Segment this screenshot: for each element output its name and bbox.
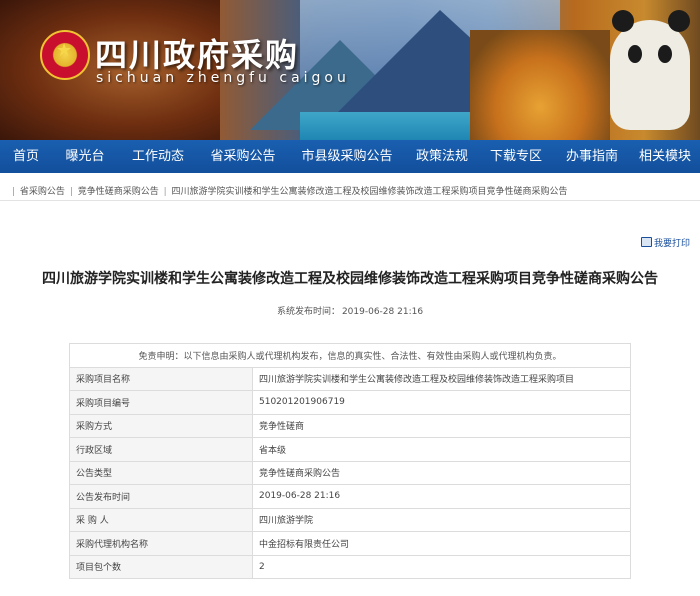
table-row: 采 购 人 四川旅游学院 bbox=[69, 507, 631, 532]
divider bbox=[0, 200, 700, 201]
national-emblem-icon bbox=[40, 30, 90, 80]
procurement-info-table: 免责申明：以下信息由采购人或代理机构发布，信息的真实性、合法性、有效性由采购人或… bbox=[69, 343, 631, 579]
breadcrumb-separator: | bbox=[69, 187, 73, 197]
banner-panda-image bbox=[610, 20, 690, 130]
breadcrumb-separator: | bbox=[12, 187, 16, 197]
nav-item-exposure[interactable]: 曝光台 bbox=[52, 140, 118, 173]
header-banner: 四川政府采购 sichuan zhengfu caigou bbox=[0, 0, 700, 140]
table-key: 行政区域 bbox=[69, 437, 253, 462]
table-value: 竞争性磋商采购公告 bbox=[252, 460, 631, 485]
print-button[interactable]: 我要打印 bbox=[640, 236, 690, 249]
table-row: 采购项目编号 510201201906719 bbox=[69, 390, 631, 415]
table-key: 采 购 人 bbox=[69, 507, 253, 532]
disclaimer-row: 免责申明：以下信息由采购人或代理机构发布，信息的真实性、合法性、有效性由采购人或… bbox=[69, 343, 631, 368]
table-key: 采购方式 bbox=[69, 413, 253, 438]
nav-item-work-news[interactable]: 工作动态 bbox=[118, 140, 198, 173]
breadcrumb-item-current: 四川旅游学院实训楼和学生公寓装修改造工程及校园维修装饰改造工程采购项目竞争性磋商… bbox=[171, 187, 568, 197]
table-key: 采购项目名称 bbox=[69, 366, 253, 391]
publish-time-label: 系统发布时间： bbox=[276, 307, 340, 317]
table-value: 2019-06-28 21:16 bbox=[252, 484, 631, 509]
table-key: 项目包个数 bbox=[69, 554, 253, 579]
main-nav: 首页 曝光台 工作动态 省采购公告 市县级采购公告 政策法规 下载专区 办事指南… bbox=[0, 140, 700, 173]
nav-item-policies[interactable]: 政策法规 bbox=[406, 140, 478, 173]
nav-item-home[interactable]: 首页 bbox=[0, 140, 52, 173]
breadcrumb-separator: | bbox=[163, 187, 167, 197]
banner-panda-eye bbox=[658, 45, 672, 63]
table-value: 中金招标有限责任公司 bbox=[252, 531, 631, 556]
site-subtitle: sichuan zhengfu caigou bbox=[96, 70, 350, 86]
nav-item-guide[interactable]: 办事指南 bbox=[554, 140, 630, 173]
table-value: 510201201906719 bbox=[252, 390, 631, 415]
table-row: 公告类型 竞争性磋商采购公告 bbox=[69, 460, 631, 485]
banner-panda-ear bbox=[612, 10, 634, 32]
print-label: 我要打印 bbox=[653, 239, 690, 249]
table-value: 竞争性磋商 bbox=[252, 413, 631, 438]
table-row: 采购方式 竞争性磋商 bbox=[69, 413, 631, 438]
nav-item-province-notices[interactable]: 省采购公告 bbox=[198, 140, 288, 173]
disclaimer-text: 免责申明：以下信息由采购人或代理机构发布，信息的真实性、合法性、有效性由采购人或… bbox=[69, 343, 631, 368]
table-key: 采购代理机构名称 bbox=[69, 531, 253, 556]
table-value: 2 bbox=[252, 554, 631, 579]
table-key: 公告发布时间 bbox=[69, 484, 253, 509]
table-row: 采购代理机构名称 中金招标有限责任公司 bbox=[69, 531, 631, 556]
breadcrumb: | 省采购公告 | 竞争性磋商采购公告 | 四川旅游学院实训楼和学生公寓装修改造… bbox=[10, 184, 568, 197]
table-value: 四川旅游学院实训楼和学生公寓装修改造工程及校园维修装饰改造工程采购项目 bbox=[252, 366, 631, 391]
table-key: 公告类型 bbox=[69, 460, 253, 485]
breadcrumb-item[interactable]: 竞争性磋商采购公告 bbox=[78, 187, 159, 197]
table-value: 省本级 bbox=[252, 437, 631, 462]
banner-panda-eye bbox=[628, 45, 642, 63]
publish-time: 系统发布时间： 2019-06-28 21:16 bbox=[0, 304, 700, 317]
nav-item-related-modules[interactable]: 相关模块 bbox=[630, 140, 700, 173]
printer-icon bbox=[640, 237, 652, 247]
table-key: 采购项目编号 bbox=[69, 390, 253, 415]
table-value: 四川旅游学院 bbox=[252, 507, 631, 532]
publish-time-value: 2019-06-28 21:16 bbox=[341, 307, 424, 317]
banner-panda-ear bbox=[668, 10, 690, 32]
nav-item-city-county-notices[interactable]: 市县级采购公告 bbox=[288, 140, 406, 173]
breadcrumb-item[interactable]: 省采购公告 bbox=[20, 187, 65, 197]
page-title: 四川旅游学院实训楼和学生公寓装修改造工程及校园维修装饰改造工程采购项目竞争性磋商… bbox=[42, 271, 658, 287]
table-row: 采购项目名称 四川旅游学院实训楼和学生公寓装修改造工程及校园维修装饰改造工程采购… bbox=[69, 366, 631, 391]
table-row: 公告发布时间 2019-06-28 21:16 bbox=[69, 484, 631, 509]
nav-item-downloads[interactable]: 下载专区 bbox=[478, 140, 554, 173]
table-row: 项目包个数 2 bbox=[69, 554, 631, 579]
banner-forest bbox=[470, 30, 610, 140]
table-row: 行政区域 省本级 bbox=[69, 437, 631, 462]
